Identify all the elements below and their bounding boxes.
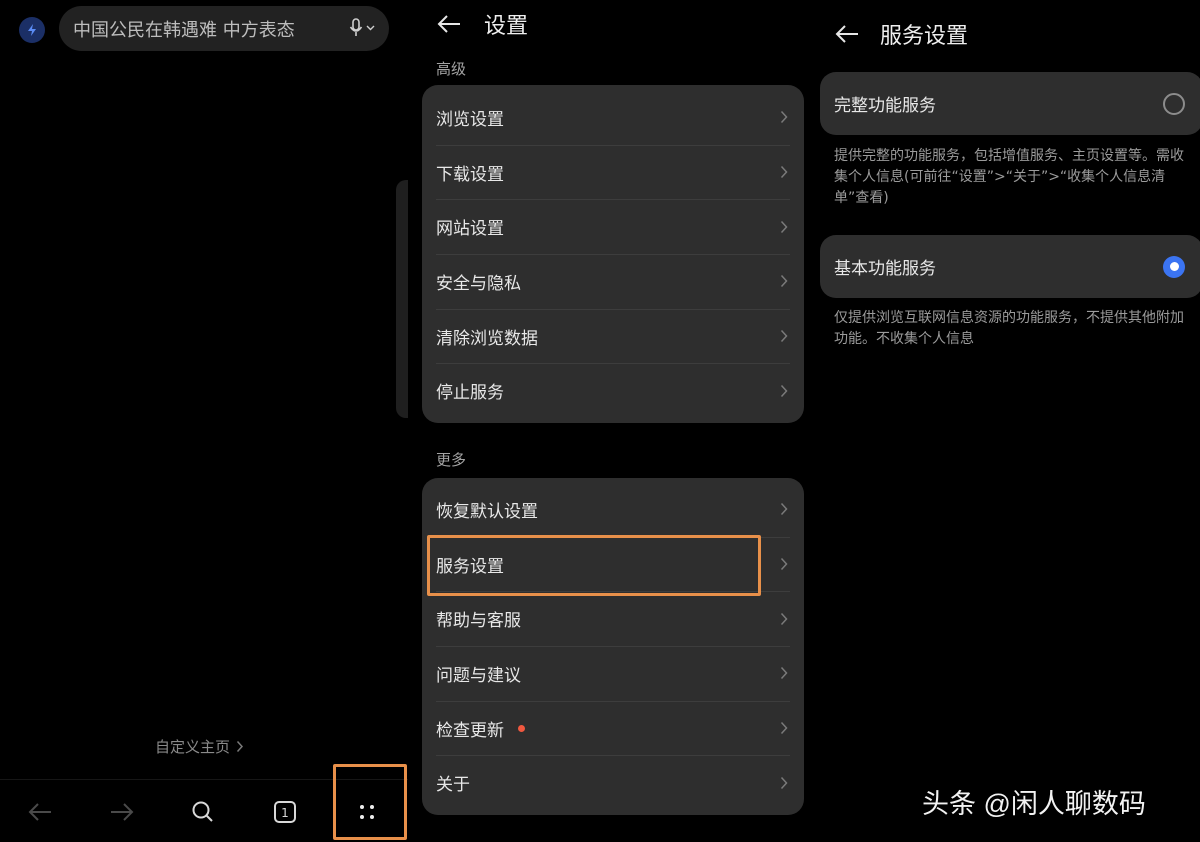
more-settings-card: 恢复默认设置 服务设置 帮助与客服 问题与建议 检查更新 关于 [422, 478, 804, 815]
service-settings-panel: 服务设置 完整功能服务 提供完整的功能服务，包括增值服务、主页设置等。需收集个人… [814, 0, 1200, 842]
watermark: 头条 @闲人聊数码 [922, 789, 1146, 819]
lightning-icon[interactable] [19, 17, 45, 43]
settings-panel: 设置 高级 浏览设置 下载设置 网站设置 安全与隐私 清除浏览数据 停止服务 更… [408, 0, 814, 842]
search-query-text: 中国公民在韩遇难 中方表态 [73, 19, 295, 41]
tabs-icon: 1 [274, 800, 296, 823]
back-button[interactable] [10, 780, 70, 842]
settings-item-website[interactable]: 网站设置 [422, 199, 804, 254]
basic-service-option[interactable]: 基本功能服务 [820, 235, 1200, 298]
arrow-right-icon [111, 802, 134, 821]
section-label-advanced: 高级 [436, 60, 467, 78]
full-service-option[interactable]: 完整功能服务 [820, 72, 1200, 135]
chevron-right-icon [780, 275, 788, 288]
search-icon [192, 801, 213, 822]
section-label-more: 更多 [436, 451, 467, 469]
option-label: 基本功能服务 [834, 259, 936, 279]
service-settings-header: 服务设置 [834, 18, 968, 50]
settings-item-security-privacy[interactable]: 安全与隐私 [422, 254, 804, 309]
voice-search-button[interactable] [349, 18, 375, 38]
forward-button[interactable] [92, 780, 152, 842]
tab-count: 1 [281, 806, 289, 820]
chevron-down-icon [366, 25, 375, 31]
settings-item-restore-defaults[interactable]: 恢复默认设置 [422, 482, 804, 537]
settings-item-download[interactable]: 下载设置 [422, 144, 804, 200]
option-label: 完整功能服务 [834, 96, 936, 116]
basic-service-description: 仅提供浏览互联网信息资源的功能服务，不提供其他附加功能。不收集个人信息 [834, 310, 1184, 347]
settings-header: 设置 [436, 8, 528, 40]
settings-item-stop-service[interactable]: 停止服务 [422, 363, 804, 418]
arrow-left-icon [28, 802, 51, 821]
page-title: 服务设置 [880, 24, 969, 49]
chevron-right-icon [780, 558, 788, 571]
search-bar[interactable]: 中国公民在韩遇难 中方表态 [59, 6, 389, 51]
menu-highlight-box [333, 764, 407, 840]
chevron-right-icon [780, 667, 788, 680]
settings-item-help[interactable]: 帮助与客服 [422, 591, 804, 646]
settings-item-check-update[interactable]: 检查更新 [422, 700, 804, 756]
chevron-right-icon [780, 776, 788, 789]
customize-home-label: 自定义主页 [155, 738, 231, 756]
overlapping-card-edge [396, 180, 408, 418]
back-arrow-icon[interactable] [834, 24, 860, 44]
settings-item-service-settings[interactable]: 服务设置 [422, 536, 804, 592]
microphone-icon [349, 18, 363, 36]
chevron-right-icon [780, 111, 788, 124]
radio-selected[interactable] [1163, 255, 1185, 278]
chevron-right-icon [780, 612, 788, 625]
radio-unselected[interactable] [1163, 92, 1185, 115]
chevron-right-icon [236, 740, 244, 753]
settings-item-browse[interactable]: 浏览设置 [422, 90, 804, 145]
page-title: 设置 [484, 14, 529, 39]
search-button[interactable] [173, 780, 233, 842]
back-arrow-icon[interactable] [436, 14, 462, 34]
tabs-button[interactable]: 1 [255, 780, 315, 842]
chevron-right-icon [780, 503, 788, 516]
browser-home-panel: 中国公民在韩遇难 中方表态 自定义主页 1 [0, 0, 408, 842]
chevron-right-icon [780, 330, 788, 343]
full-service-description: 提供完整的功能服务，包括增值服务、主页设置等。需收集个人信息(可前往“设置”>“… [834, 148, 1184, 206]
customize-home-link[interactable]: 自定义主页 [155, 736, 244, 757]
settings-item-clear-data[interactable]: 清除浏览数据 [422, 308, 804, 364]
settings-item-about[interactable]: 关于 [422, 755, 804, 810]
chevron-right-icon [780, 722, 788, 735]
chevron-right-icon [780, 220, 788, 233]
chevron-right-icon [780, 166, 788, 179]
advanced-settings-card: 浏览设置 下载设置 网站设置 安全与隐私 清除浏览数据 停止服务 [422, 85, 804, 423]
chevron-right-icon [780, 384, 788, 397]
settings-item-feedback[interactable]: 问题与建议 [422, 646, 804, 701]
update-badge-dot [518, 724, 525, 732]
